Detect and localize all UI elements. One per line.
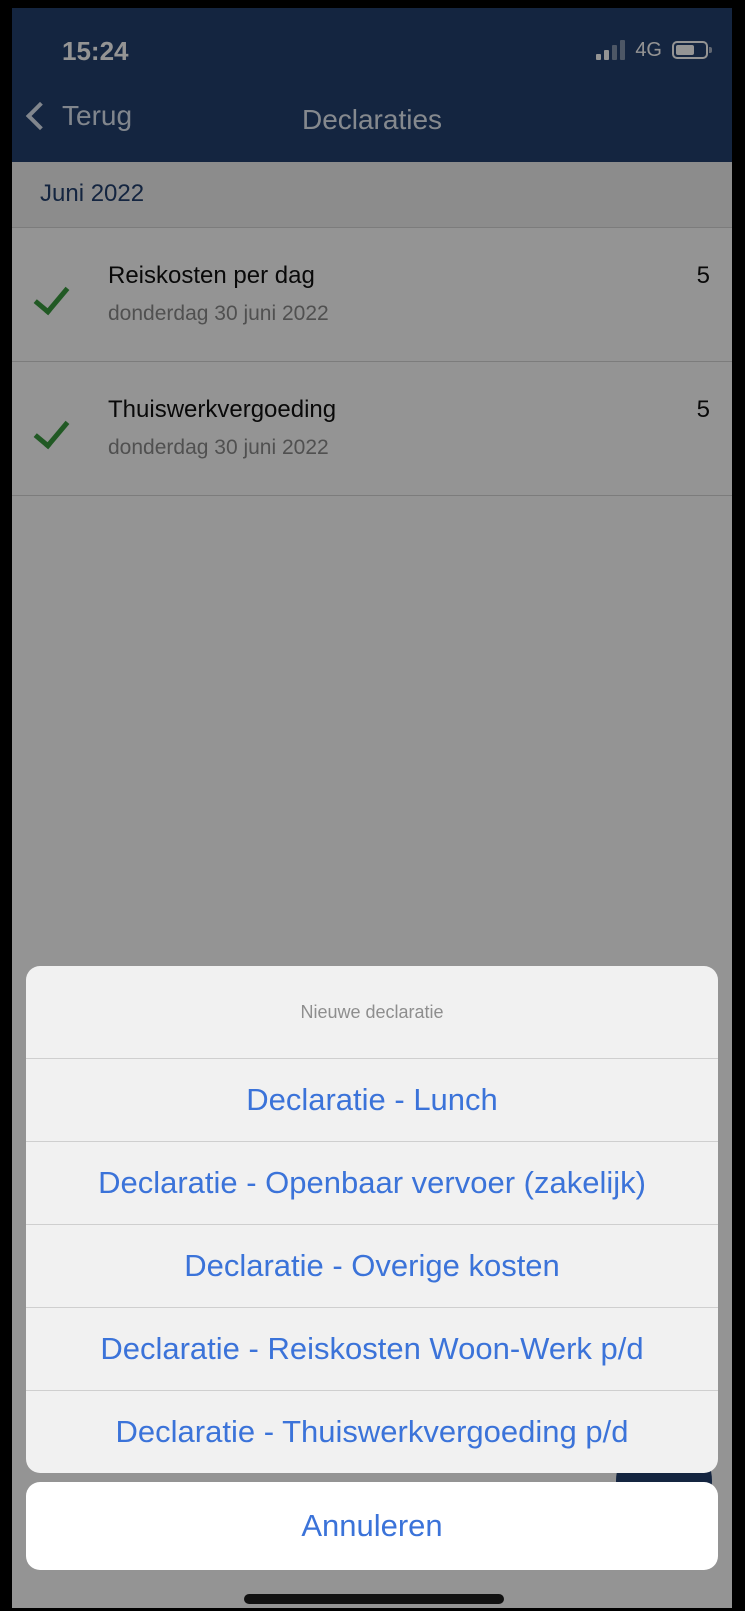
phone-screen: 15:24 4G Terug Declaraties Juni 2022 Rei… bbox=[12, 8, 732, 1608]
action-sheet-title: Nieuwe declaratie bbox=[26, 966, 718, 1059]
option-commute-costs[interactable]: Declaratie - Reiskosten Woon-Werk p/d bbox=[26, 1308, 718, 1391]
option-public-transport[interactable]: Declaratie - Openbaar vervoer (zakelijk) bbox=[26, 1142, 718, 1225]
cancel-button[interactable]: Annuleren bbox=[26, 1482, 718, 1570]
action-sheet: Nieuwe declaratie Declaratie - Lunch Dec… bbox=[26, 966, 718, 1473]
option-lunch[interactable]: Declaratie - Lunch bbox=[26, 1059, 718, 1142]
option-other-costs[interactable]: Declaratie - Overige kosten bbox=[26, 1225, 718, 1308]
home-indicator[interactable] bbox=[244, 1594, 504, 1604]
option-home-work-allowance[interactable]: Declaratie - Thuiswerkvergoeding p/d bbox=[26, 1391, 718, 1473]
